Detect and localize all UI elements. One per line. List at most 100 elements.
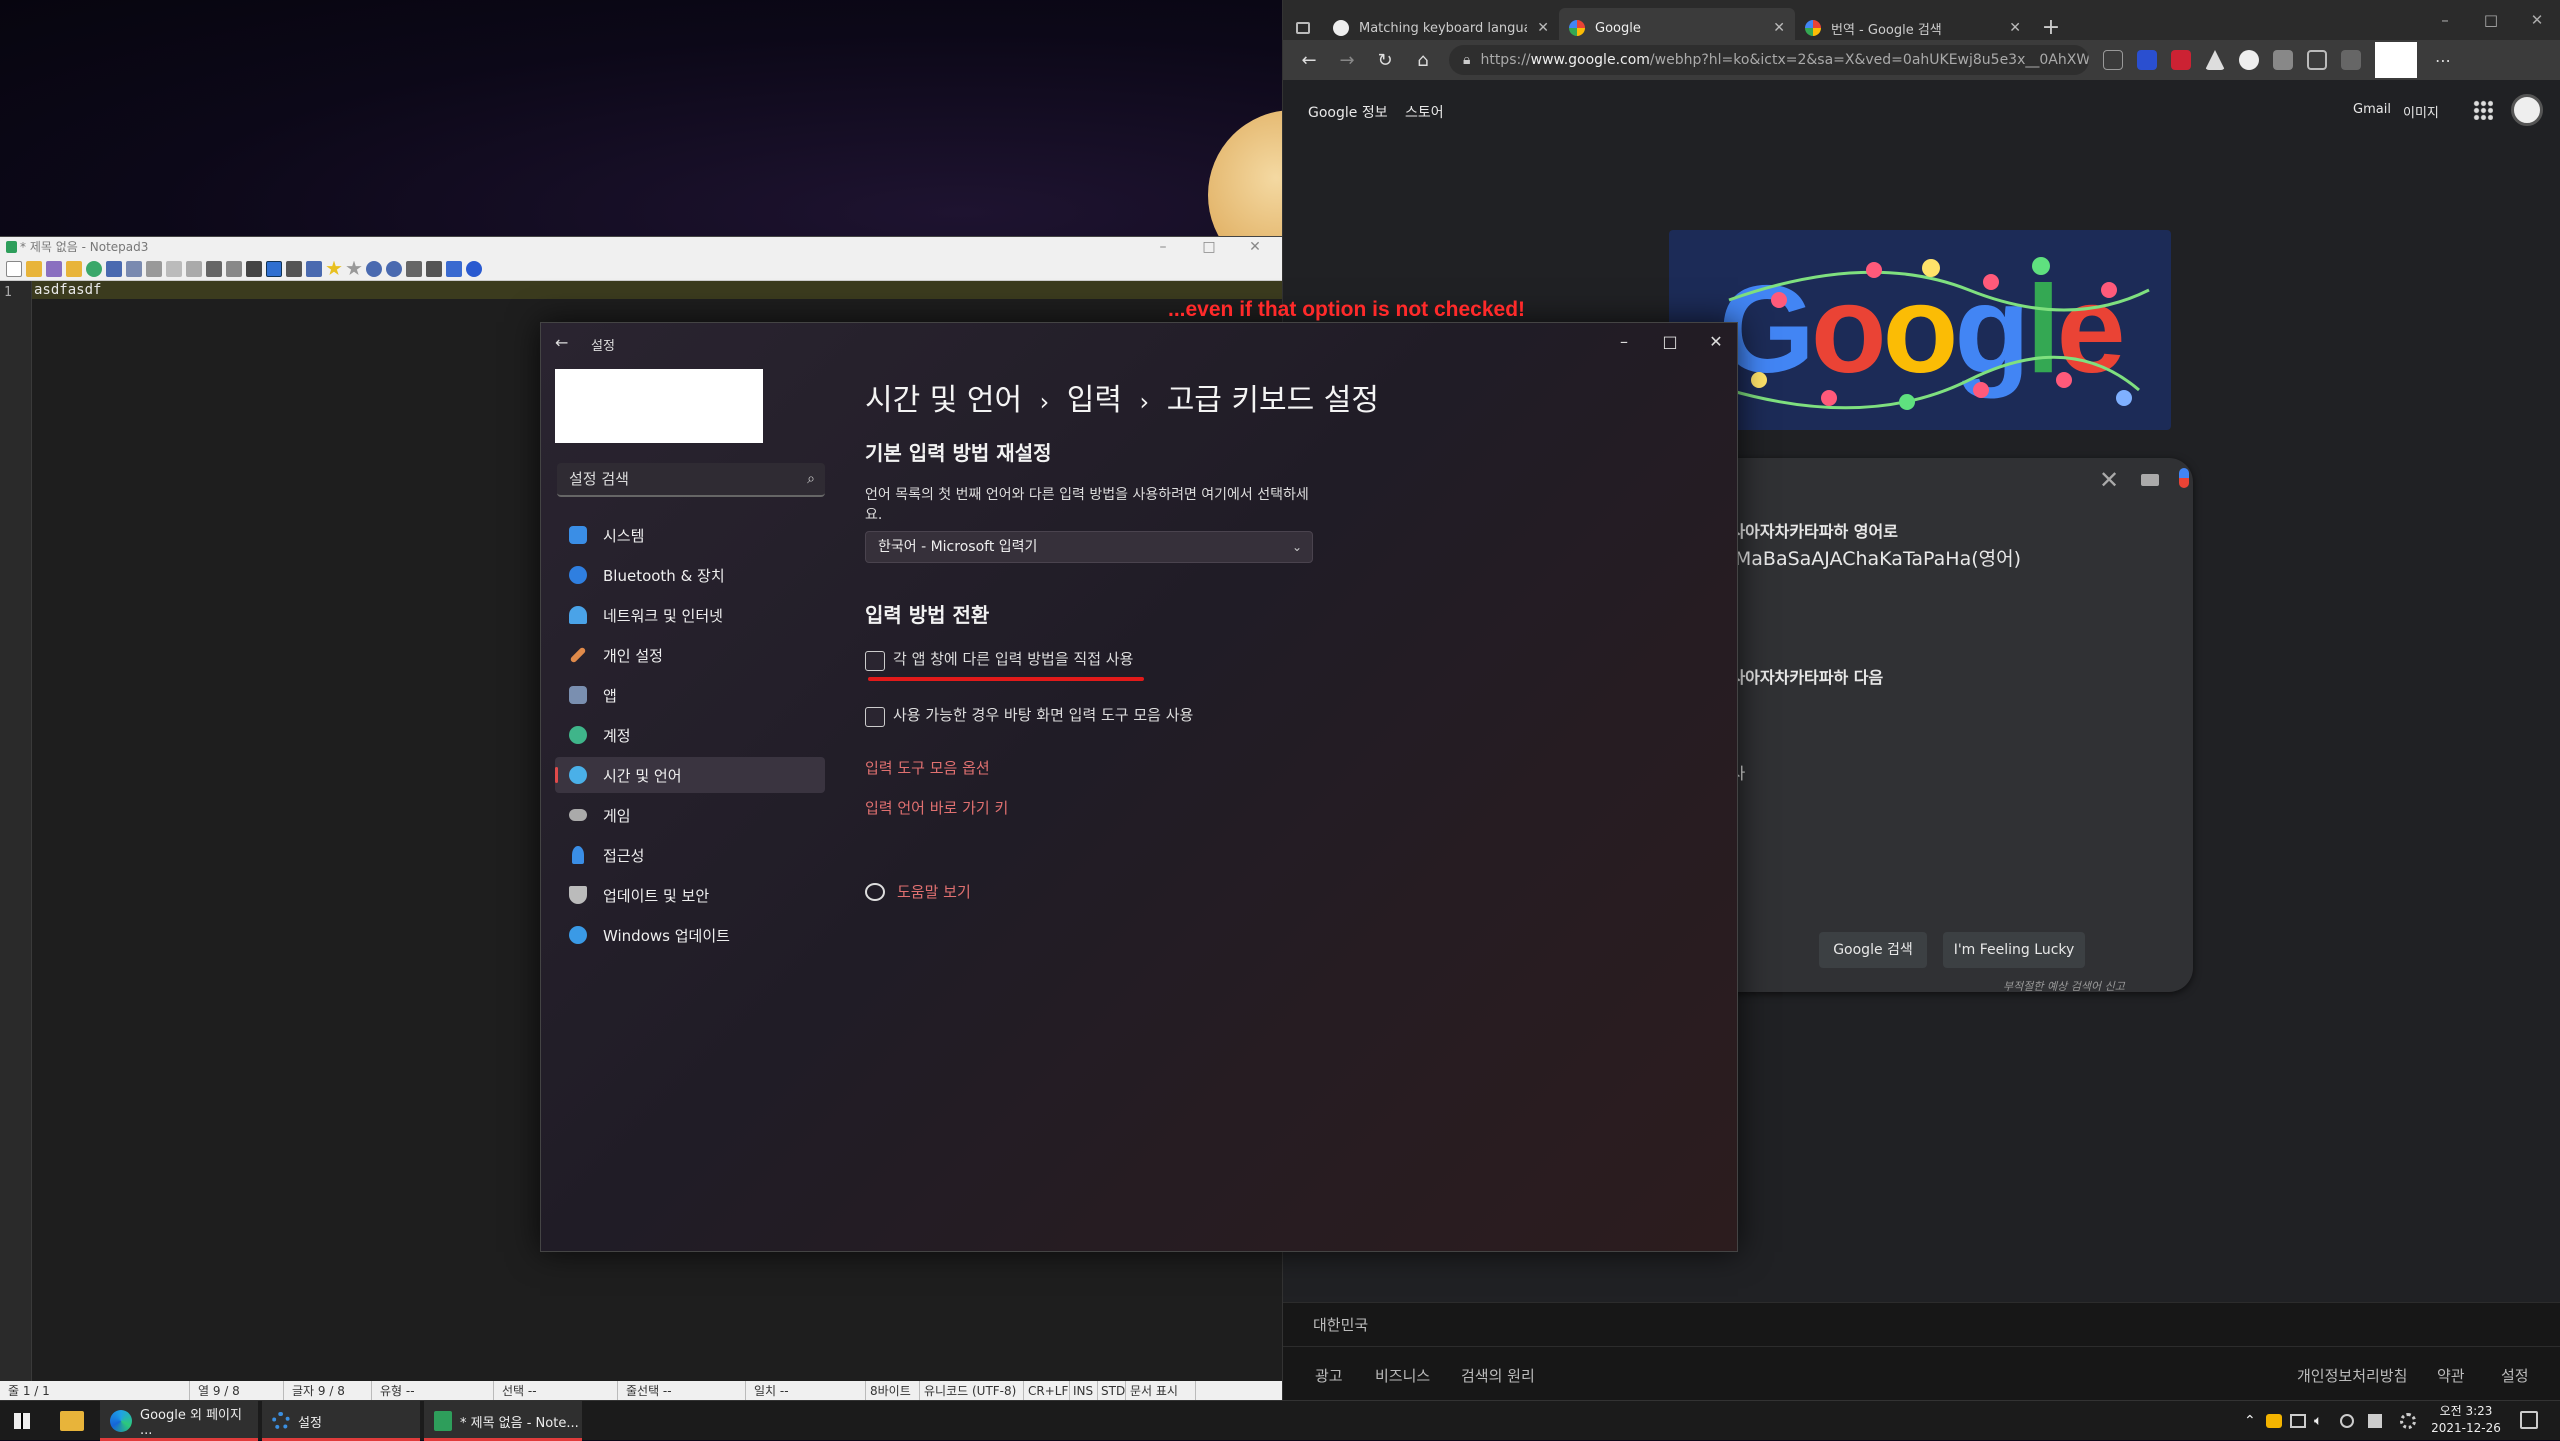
exit-icon[interactable] [466, 260, 482, 277]
customize-icon[interactable] [426, 260, 442, 277]
status-doc-display[interactable]: 문서 표시 [1126, 1381, 1196, 1401]
tray-status-icon[interactable] [2340, 1414, 2354, 1428]
footer-link-business[interactable]: 비즈니스 [1375, 1365, 1430, 1386]
start-windows-icon[interactable] [14, 1413, 30, 1429]
zoom-in-icon[interactable] [366, 260, 382, 277]
minimize-icon[interactable]: – [1601, 323, 1647, 363]
microphone-icon[interactable] [2179, 468, 2189, 488]
status-ins[interactable]: INS [1070, 1381, 1098, 1401]
link-gmail[interactable]: Gmail [2353, 102, 2391, 117]
report-suggestions-link[interactable]: 부적절한 예상 검색어 신고 [2003, 978, 2125, 994]
sidebar-item-accessibility[interactable]: 접근성 [555, 837, 825, 873]
footer-link-privacy[interactable]: 개인정보처리방침 [2297, 1365, 2407, 1386]
input-language-hotkeys-link[interactable]: 입력 언어 바로 가기 키 [865, 797, 1008, 818]
find-icon[interactable] [206, 260, 222, 277]
taskbar-app-settings[interactable]: 설정 [262, 1401, 420, 1441]
close-tab-icon[interactable]: ✕ [1537, 20, 1549, 36]
back-icon[interactable]: ← [1297, 50, 1321, 71]
extension-shield-icon[interactable] [2137, 50, 2157, 70]
network-icon[interactable] [2290, 1414, 2306, 1428]
link-images[interactable]: 이미지 [2403, 102, 2439, 121]
replace-icon[interactable] [226, 260, 242, 277]
avatar[interactable] [2511, 94, 2543, 126]
status-std[interactable]: STD [1098, 1381, 1126, 1401]
refresh-icon[interactable]: ↻ [1373, 50, 1397, 71]
open-folder-icon[interactable] [26, 260, 42, 277]
file-explorer-icon[interactable] [60, 1411, 84, 1431]
close-tab-icon[interactable]: ✕ [2009, 20, 2021, 36]
extension-adblock-icon[interactable] [2171, 50, 2191, 70]
star-outline-icon[interactable] [346, 260, 362, 276]
sidebar-item-accounts[interactable]: 계정 [555, 717, 825, 753]
add-favorite-icon[interactable] [2103, 50, 2123, 70]
pin-icon[interactable] [446, 260, 462, 277]
favorites-icon[interactable] [2307, 50, 2327, 70]
taskbar-app-notepad[interactable]: * 제목 없음 - Note... [424, 1401, 582, 1441]
collections-icon[interactable] [2341, 50, 2361, 70]
sidebar-item-bluetooth[interactable]: Bluetooth & 장치 [555, 557, 825, 593]
status-encoding[interactable]: 유니코드 (UTF-8) [920, 1381, 1024, 1401]
notifications-icon[interactable] [2520, 1411, 2538, 1429]
editor-text[interactable]: asdfasdf [34, 282, 101, 298]
sidebar-item-network[interactable]: 네트워크 및 인터넷 [555, 597, 825, 633]
redo-icon[interactable] [126, 260, 142, 277]
minimize-icon[interactable]: – [2422, 0, 2468, 40]
apps-grid-icon[interactable] [2473, 100, 2493, 120]
minimize-icon[interactable]: – [1140, 237, 1186, 257]
breadcrumb-item[interactable]: 입력 [1067, 383, 1122, 418]
reload-icon[interactable] [86, 260, 102, 277]
cloud-icon[interactable] [2239, 50, 2259, 70]
more-options-icon[interactable]: ⋯ [2431, 51, 2455, 70]
get-help-link[interactable]: 도움말 보기 [897, 881, 971, 902]
volume-icon[interactable]: 🔈︎ [2314, 1401, 2322, 1441]
star-icon[interactable] [326, 260, 342, 276]
close-icon[interactable]: ✕ [1693, 323, 1739, 363]
browse-icon[interactable] [66, 260, 82, 277]
new-file-icon[interactable] [6, 260, 22, 277]
google-search-button[interactable]: Google 검색 [1819, 932, 1927, 968]
input-method-dropdown[interactable]: 한국어 - Microsoft 입력기 ⌄ [865, 531, 1313, 563]
clear-search-icon[interactable]: ✕ [2099, 466, 2119, 494]
maximize-icon[interactable]: □ [2468, 0, 2514, 40]
ime-icon[interactable] [2368, 1414, 2382, 1428]
google-doodle[interactable]: Google [1669, 230, 2171, 430]
settings-titlebar[interactable]: ← 설정 – □ ✕ [541, 323, 1739, 363]
footer-link-how-search-works[interactable]: 검색의 원리 [1461, 1365, 1535, 1386]
show-hidden-icons[interactable]: ⌃ [2244, 1401, 2256, 1441]
close-icon[interactable]: ✕ [2514, 0, 2560, 40]
forward-icon[interactable]: → [1335, 50, 1359, 71]
sidebar-item-personalization[interactable]: 개인 설정 [555, 637, 825, 673]
desktop-language-bar-checkbox[interactable] [865, 707, 885, 727]
tray-app-icon[interactable] [2266, 1414, 2282, 1428]
save-icon[interactable] [46, 260, 62, 277]
suggestion-item[interactable]: aLaMaBaSaAJAChaKaTaPaHa(영어) [1701, 544, 2021, 571]
undo-icon[interactable] [106, 260, 122, 277]
zoom-out-icon[interactable] [386, 260, 402, 277]
footer-link-terms[interactable]: 약관 [2437, 1365, 2465, 1386]
zoom-find-icon[interactable] [306, 260, 322, 277]
settings-tray-icon[interactable] [2400, 1413, 2416, 1429]
sidebar-item-system[interactable]: 시스템 [555, 517, 825, 553]
taskbar-app-edge[interactable]: Google 외 페이지 ... [100, 1401, 258, 1441]
view-icon[interactable] [266, 260, 282, 277]
whitespace-icon[interactable] [286, 260, 302, 277]
status-eol[interactable]: CR+LF [1024, 1381, 1070, 1401]
copy-icon[interactable] [166, 260, 182, 277]
maximize-icon[interactable]: □ [1186, 237, 1232, 257]
sidebar-item-update-security[interactable]: 업데이트 및 보안 [555, 877, 825, 913]
word-wrap-icon[interactable] [246, 260, 262, 277]
keyboard-icon[interactable] [2141, 474, 2159, 486]
sidebar-item-gaming[interactable]: 게임 [555, 797, 825, 833]
cut-icon[interactable] [146, 260, 162, 277]
desktop-language-bar-label[interactable]: 사용 가능한 경우 바탕 화면 입력 도구 모음 사용 [893, 705, 1193, 725]
sidebar-item-apps[interactable]: 앱 [555, 677, 825, 713]
url-input[interactable]: 🔒︎ https://www.google.com/webhp?hl=ko&ic… [1449, 45, 2089, 75]
notepad-titlebar[interactable]: * 제목 없음 - Notepad3 – □ ✕ [0, 237, 1282, 257]
link-google-about[interactable]: Google 정보 [1308, 102, 1388, 122]
link-store[interactable]: 스토어 [1405, 102, 1444, 122]
extension-triangle-icon[interactable] [2205, 50, 2225, 70]
language-bar-options-link[interactable]: 입력 도구 모음 옵션 [865, 757, 990, 778]
footer-link-settings[interactable]: 설정 [2501, 1365, 2529, 1386]
settings-search-input[interactable]: 설정 검색 ⌕ [557, 463, 825, 497]
feeling-lucky-button[interactable]: I'm Feeling Lucky [1943, 932, 2085, 968]
